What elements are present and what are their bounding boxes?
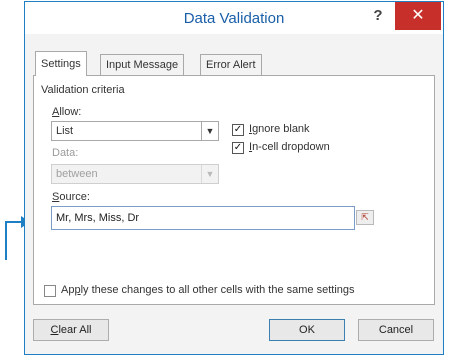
validation-criteria-heading: Validation criteria (41, 84, 125, 96)
tab-input-message[interactable]: Input Message (100, 54, 185, 75)
chevron-down-icon: ▼ (201, 165, 218, 183)
allow-select[interactable]: List ▼ (51, 121, 219, 141)
title-bar: Data Validation ? ✕ (25, 2, 443, 34)
apply-all-checkbox[interactable] (44, 285, 56, 297)
cancel-button[interactable]: Cancel (358, 319, 434, 341)
source-input-value: Mr, Mrs, Miss, Dr (56, 212, 140, 224)
in-cell-dropdown-checkbox[interactable]: ✓ (232, 142, 244, 154)
apply-all-label: Apply these changes to all other cells w… (61, 284, 355, 296)
ignore-blank-label: Ignore blank (249, 123, 310, 135)
help-button[interactable]: ? (369, 6, 387, 26)
allow-select-value: List (56, 125, 74, 137)
range-select-icon[interactable]: ⇱ (356, 210, 374, 225)
data-select-value: between (56, 168, 98, 180)
in-cell-dropdown-label: In-cell dropdown (249, 141, 330, 153)
source-input[interactable]: Mr, Mrs, Miss, Dr ⇱ (51, 206, 374, 230)
chevron-down-icon: ▼ (201, 122, 218, 140)
source-label: Source: (52, 191, 90, 203)
ok-button[interactable]: OK (269, 319, 345, 341)
ignore-blank-checkbox[interactable]: ✓ (232, 124, 244, 136)
clear-all-button[interactable]: Clear All (33, 319, 109, 341)
data-label: Data: (52, 147, 79, 159)
close-icon: ✕ (411, 7, 425, 24)
data-select: between ▼ (51, 164, 219, 184)
tab-error-alert[interactable]: Error Alert (200, 54, 262, 75)
tab-settings[interactable]: Settings (35, 51, 87, 76)
allow-label: Allow: (52, 106, 82, 118)
settings-panel (33, 75, 435, 305)
data-validation-dialog: Data Validation ? ✕ Settings Input Messa… (24, 1, 444, 355)
close-button[interactable]: ✕ (395, 2, 441, 30)
annotation-arrow-stem (5, 223, 7, 260)
